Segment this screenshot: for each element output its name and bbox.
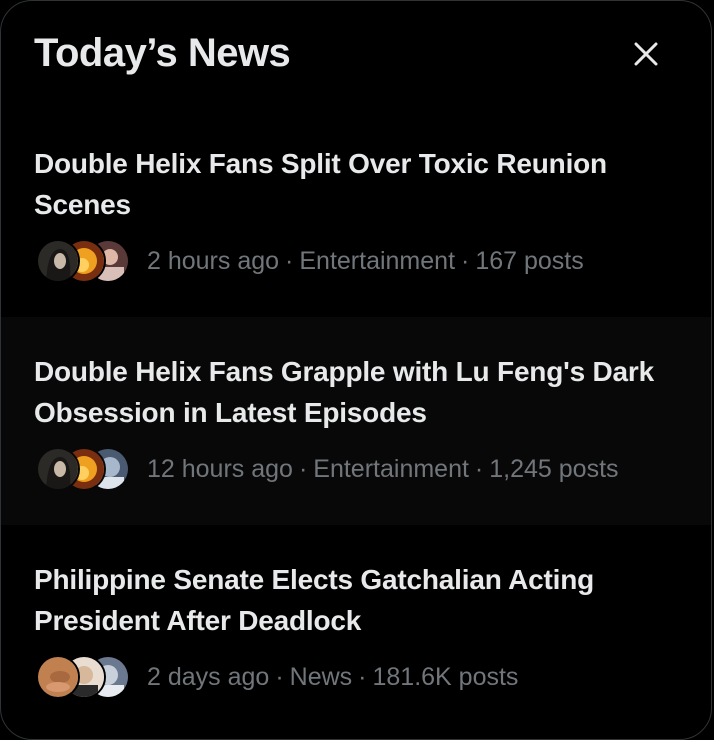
news-item-posts: 167 posts [475,246,584,275]
news-item-posts: 181.6K posts [372,662,519,691]
news-item-time: 2 hours ago [147,246,280,275]
news-item-posts: 1,245 posts [489,454,619,483]
news-item-meta-text: 2 days ago · News · 181.6K posts [147,662,519,691]
avatar-group [34,653,134,701]
news-item-meta-text: 12 hours ago · Entertainment · 1,245 posts [147,454,619,483]
news-item-meta: 2 days ago · News · 181.6K posts [34,653,671,701]
news-item-meta: 12 hours ago · Entertainment · 1,245 posts [34,445,671,493]
avatar [36,655,80,699]
news-item-meta-text: 2 hours ago · Entertainment · 167 posts [147,246,584,275]
panel-header: Today’s News [1,1,711,109]
news-item-time: 2 days ago [147,662,270,691]
close-icon [634,42,658,66]
avatar [36,239,80,283]
news-item-meta: 2 hours ago · Entertainment · 167 posts [34,237,671,285]
close-button[interactable] [627,35,665,73]
avatar-group [34,445,134,493]
news-item-category: Entertainment [313,454,469,483]
news-item[interactable]: Double Helix Fans Split Over Toxic Reuni… [1,109,711,317]
news-item-category: News [289,662,353,691]
news-item-title: Philippine Senate Elects Gatchalian Acti… [34,564,595,636]
panel-title: Today’s News [34,31,291,75]
news-item-category: Entertainment [299,246,456,275]
news-item-time: 12 hours ago [147,454,293,483]
news-item-title: Double Helix Fans Split Over Toxic Reuni… [34,148,607,220]
avatar [36,447,80,491]
avatar-group [34,237,134,285]
news-item[interactable]: Philippine Senate Elects Gatchalian Acti… [1,525,711,733]
news-panel: Today’s News Double Helix Fans Split Ove… [0,0,712,740]
news-item-title: Double Helix Fans Grapple with Lu Feng's… [34,356,654,428]
news-item[interactable]: Double Helix Fans Grapple with Lu Feng's… [1,317,711,525]
